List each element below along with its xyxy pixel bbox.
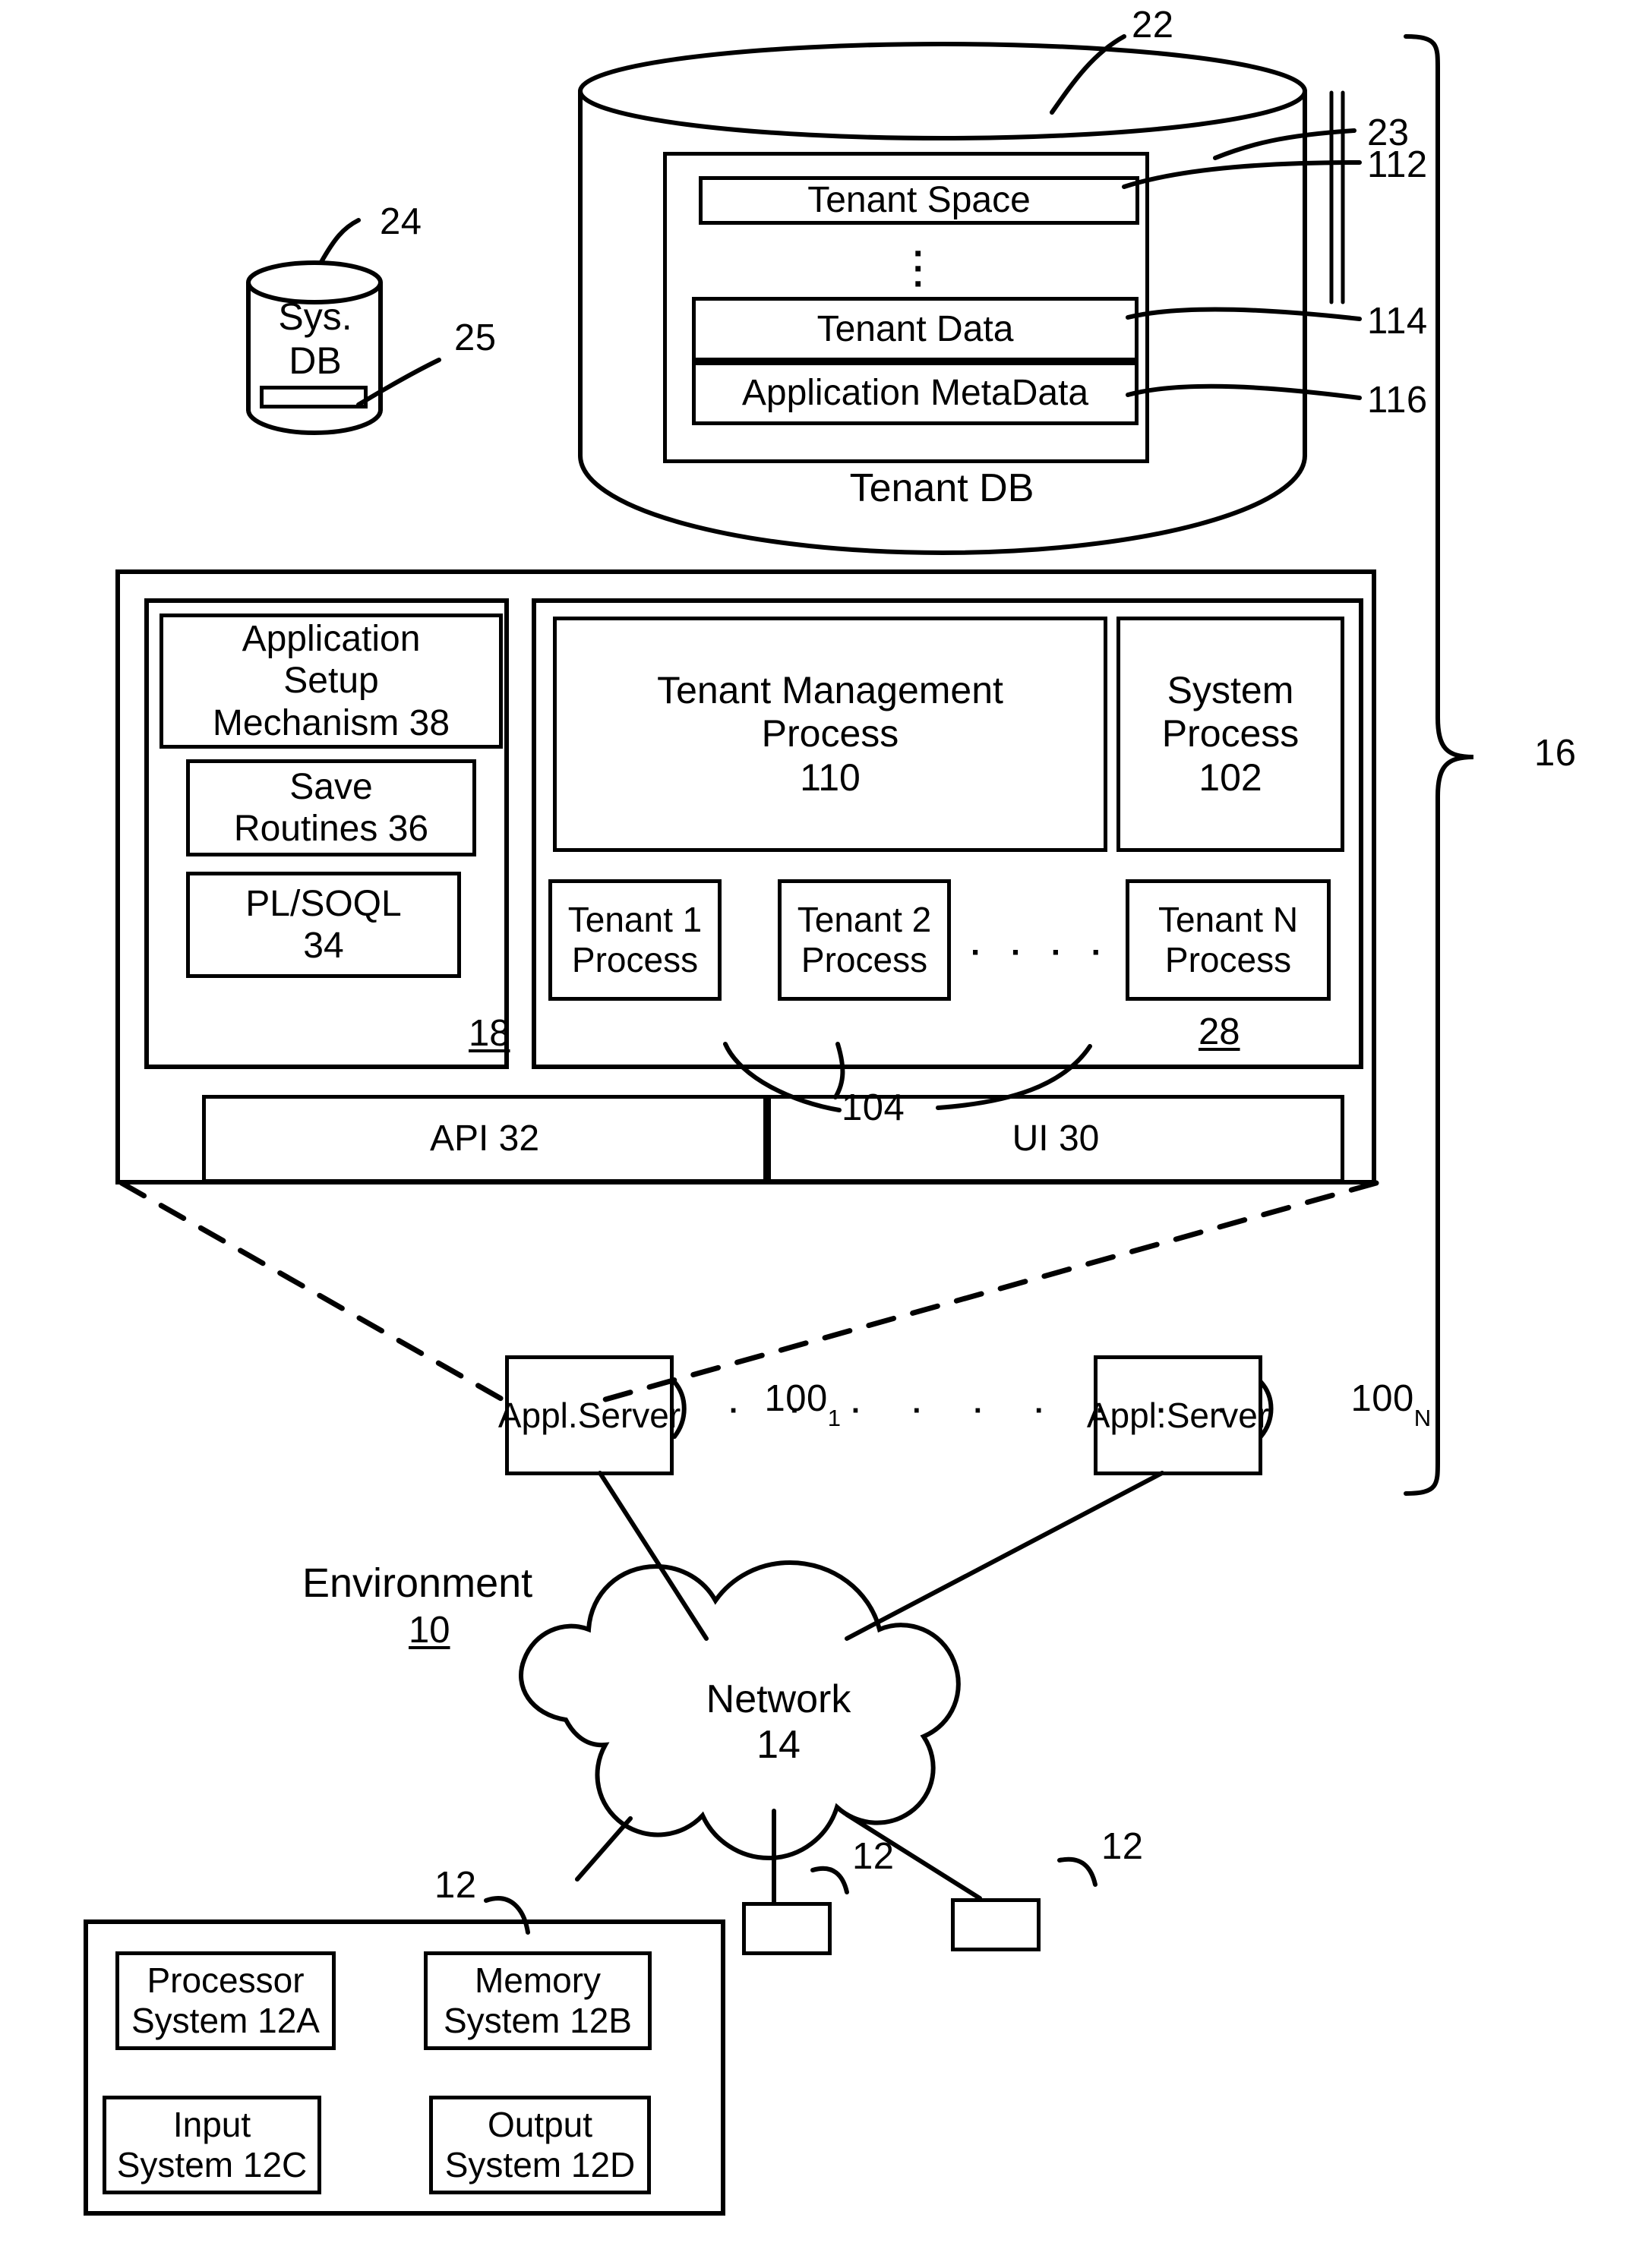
leader-112 — [1122, 160, 1362, 189]
appl-server-n-box[interactable]: Appl. Server — [1087, 1355, 1269, 1475]
ref-100-n-sub: N — [1413, 1404, 1432, 1431]
ref-28: 28 — [1199, 1011, 1240, 1052]
memory-system-box[interactable]: Memory System 12B — [424, 1951, 652, 2050]
tenant-space-label: Tenant Space — [807, 180, 1031, 221]
tenant-db-top-ellipse — [578, 42, 1307, 140]
leader-22 — [1050, 34, 1126, 115]
brace-16 — [1404, 34, 1474, 1496]
memory-system-label: Memory System 12B — [444, 1960, 632, 2040]
ref-114: 114 — [1367, 301, 1428, 342]
environment-label: Environment — [302, 1560, 533, 1606]
tenant-management-process-label: Tenant Management Process 110 — [657, 668, 1003, 799]
input-system-label: Input System 12C — [116, 2105, 308, 2184]
system-process-label: System Process 102 — [1161, 668, 1300, 799]
tenant-data-label: Tenant Data — [816, 308, 1014, 349]
leader-23 — [1213, 128, 1356, 160]
tenant-1-process-label: Tenant 1 Process — [567, 900, 703, 979]
ui-label: UI 30 — [1012, 1118, 1100, 1159]
ref-25: 25 — [454, 317, 497, 358]
tenant-2-process-label: Tenant 2 Process — [797, 900, 932, 979]
tenant-1-process-box[interactable]: Tenant 1 Process — [548, 879, 722, 1001]
expansion-line-left — [118, 1180, 508, 1404]
ui-box[interactable]: UI 30 — [767, 1095, 1344, 1183]
pl-soql-box[interactable]: PL/SOQL 34 — [186, 872, 461, 978]
tenant-db-vertical-ellipsis: · · · — [913, 234, 925, 305]
network-label-line1: Network — [706, 1677, 851, 1721]
tenant-db-label: Tenant DB — [849, 465, 1034, 510]
save-routines-label: Save Routines 36 — [233, 766, 429, 849]
terminal-1-box[interactable] — [742, 1902, 832, 1955]
ref-12-terminal-2: 12 — [1101, 1826, 1144, 1867]
appl-server-1-line1: Appl. — [497, 1395, 578, 1435]
tenant-space-box[interactable]: Tenant Space — [699, 176, 1139, 225]
processor-system-box[interactable]: Processor System 12A — [115, 1951, 336, 2050]
ref-12-user-system: 12 — [434, 1865, 477, 1906]
input-system-box[interactable]: Input System 12C — [103, 2096, 321, 2194]
tenant-2-process-box[interactable]: Tenant 2 Process — [778, 879, 951, 1001]
network-label-line2: 14 — [756, 1722, 801, 1767]
ref-24: 24 — [380, 201, 422, 242]
application-setup-mechanism-box[interactable]: Application Setup Mechanism 38 — [159, 614, 503, 749]
sys-db-slot — [260, 386, 368, 408]
appl-server-n-label: Appl. Server — [1087, 1359, 1269, 1472]
ref-100-n-num: 100 — [1350, 1377, 1414, 1419]
appl-server-n-line1: Appl. — [1086, 1395, 1167, 1435]
tenant-data-box[interactable]: Tenant Data — [692, 297, 1139, 361]
appl-server-1-line2: Server — [577, 1395, 681, 1435]
ref-22: 22 — [1132, 5, 1174, 46]
leader-12-terminal2 — [1057, 1856, 1098, 1887]
leader-114 — [1126, 307, 1362, 321]
appl-server-1-box[interactable]: Appl. Server — [498, 1355, 681, 1475]
tenant-n-process-box[interactable]: Tenant N Process — [1126, 879, 1331, 1001]
tenant-management-process-box[interactable]: Tenant Management Process 110 — [553, 617, 1107, 852]
terminal-2-box[interactable] — [951, 1898, 1041, 1951]
save-routines-box[interactable]: Save Routines 36 — [186, 759, 476, 856]
ref-10: 10 — [409, 1610, 450, 1651]
sys-db-bottom-arc — [246, 408, 383, 435]
appl-server-1-label: Appl. Server — [498, 1359, 681, 1472]
leader-116 — [1126, 383, 1362, 400]
api-label: API 32 — [429, 1118, 540, 1159]
ref-100-n: 100N — [1308, 1336, 1432, 1466]
leader-12-terminal1 — [810, 1866, 849, 1894]
ref-116: 116 — [1367, 380, 1428, 421]
sys-db-line2: DB — [289, 339, 342, 382]
application-metadata-label: Application MetaData — [741, 373, 1089, 414]
output-system-box[interactable]: Output System 12D — [429, 2096, 651, 2194]
appl-server-n-line2: Server — [1166, 1395, 1270, 1435]
output-system-label: Output System 12D — [444, 2105, 636, 2184]
ref-18: 18 — [469, 1013, 510, 1054]
ref-12-terminal-1: 12 — [852, 1836, 895, 1877]
tenant-process-ellipsis: · · · · — [971, 934, 1113, 971]
processor-system-label: Processor System 12A — [131, 1960, 320, 2040]
ref-112: 112 — [1367, 144, 1428, 185]
application-setup-mechanism-label: Application Setup Mechanism 38 — [212, 619, 450, 743]
api-box[interactable]: API 32 — [202, 1095, 767, 1183]
link-serverN-network — [845, 1471, 1164, 1641]
patent-figure: Tenant Space · · · Tenant Data Application… — [0, 0, 1636, 2268]
ref-16: 16 — [1534, 733, 1577, 774]
pl-soql-label: PL/SOQL 34 — [245, 883, 402, 966]
application-metadata-box[interactable]: Application MetaData — [692, 361, 1139, 425]
system-process-box[interactable]: System Process 102 — [1116, 617, 1344, 852]
sys-db-line1: Sys. — [278, 295, 352, 338]
leader-24 — [319, 218, 361, 264]
tenant-n-process-label: Tenant N Process — [1158, 900, 1299, 979]
link-server1-network — [598, 1471, 709, 1641]
link-network-usersystem — [575, 1816, 633, 1882]
